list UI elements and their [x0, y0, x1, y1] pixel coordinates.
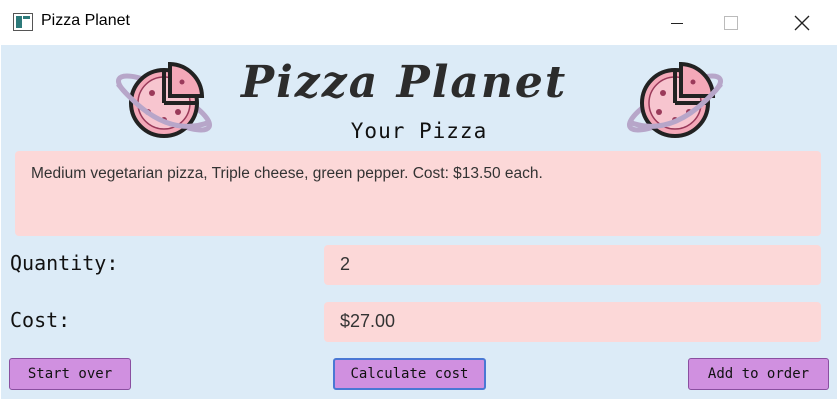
- main-panel: Pizza Planet Your Pizza Medium vegetaria…: [1, 45, 837, 399]
- start-over-button[interactable]: Start over: [9, 358, 131, 390]
- add-to-order-button[interactable]: Add to order: [688, 358, 829, 390]
- quantity-field[interactable]: 2: [324, 245, 821, 285]
- window-title: Pizza Planet: [41, 12, 130, 29]
- close-button[interactable]: [779, 0, 825, 45]
- close-icon: [794, 15, 810, 30]
- cost-field: $27.00: [324, 302, 821, 342]
- maximize-icon: [724, 15, 738, 30]
- logo-title: Pizza Planet: [241, 57, 568, 108]
- title-bar: Pizza Planet: [0, 0, 838, 45]
- cost-label: Cost:: [10, 308, 71, 332]
- page-subtitle: Your Pizza: [350, 119, 488, 143]
- calculate-cost-button[interactable]: Calculate cost: [333, 358, 486, 390]
- minimize-icon: [671, 22, 683, 24]
- minimize-button[interactable]: [654, 0, 700, 45]
- pizza-description: Medium vegetarian pizza, Triple cheese, …: [15, 151, 821, 236]
- maximize-button[interactable]: [708, 0, 754, 45]
- app-window-icon: [13, 13, 33, 31]
- quantity-label: Quantity:: [10, 251, 119, 275]
